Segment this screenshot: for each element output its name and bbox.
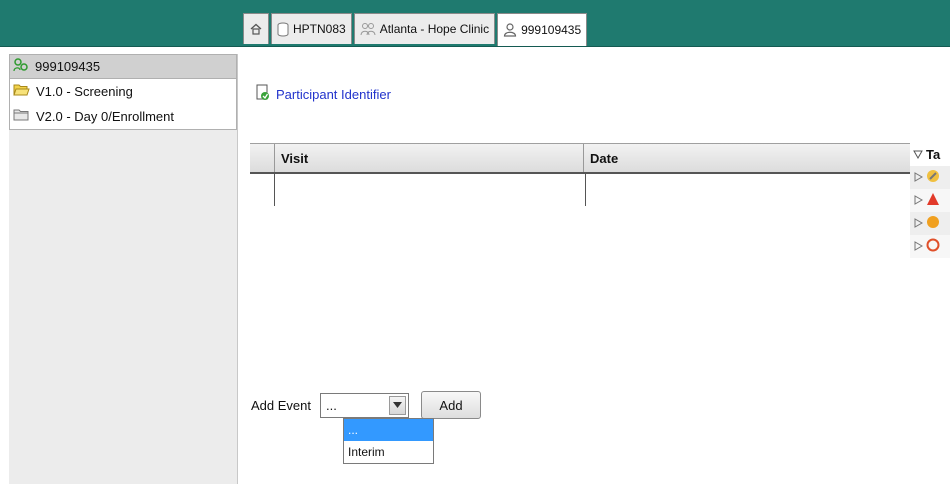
tab-site[interactable]: Atlanta - Hope Clinic: [353, 13, 496, 44]
tree-item-label: 999109435: [35, 59, 101, 74]
tasks-panel-row[interactable]: [910, 189, 950, 212]
tree-children: V1.0 - Screening V2.0 - Day 0/Enrollment: [9, 79, 237, 130]
column-header-date[interactable]: Date: [586, 144, 906, 172]
triangle-down-icon: [913, 147, 923, 162]
add-event-button[interactable]: Add: [421, 391, 481, 419]
add-event-label: Add Event: [251, 397, 311, 413]
breadcrumb-tabs: HPTN083 Atlanta - Hope Clinic 999109435: [243, 13, 589, 46]
tab-site-label: Atlanta - Hope Clinic: [379, 22, 490, 36]
clock-icon: [926, 238, 940, 255]
person-icon: [503, 23, 517, 37]
warning-icon: [926, 192, 940, 209]
tasks-panel: Ta: [910, 143, 950, 283]
visit-tree: 999109435 V1.0 - Screening V2.0 - Day 0/…: [9, 54, 237, 130]
triangle-right-icon: [913, 170, 924, 185]
tree-item-enrollment[interactable]: V2.0 - Day 0/Enrollment: [10, 104, 236, 129]
column-header-label: Date: [590, 151, 619, 166]
tasks-panel-row[interactable]: [910, 235, 950, 258]
tab-study-label: HPTN083: [293, 22, 346, 36]
column-header-visit[interactable]: Visit: [277, 144, 584, 172]
tree-item-participant[interactable]: 999109435: [9, 54, 237, 79]
tasks-panel-row[interactable]: [910, 212, 950, 235]
chevron-down-icon[interactable]: [389, 395, 406, 415]
tasks-panel-header[interactable]: Ta: [910, 143, 950, 166]
event-type-dropdown: ... Interim: [343, 418, 434, 464]
participant-identifier: Participant Identifier: [255, 84, 391, 104]
wrench-icon: [926, 169, 940, 186]
tasks-panel-row[interactable]: [910, 166, 950, 189]
top-bar: HPTN083 Atlanta - Hope Clinic 999109435: [0, 0, 950, 47]
event-type-select[interactable]: ...: [320, 392, 409, 418]
participant-identifier-link[interactable]: Participant Identifier: [276, 87, 391, 102]
tab-home[interactable]: [243, 13, 269, 44]
edit-document-icon: [255, 84, 271, 104]
tasks-panel-title: Ta: [926, 147, 941, 162]
triangle-right-icon: [913, 193, 924, 208]
home-icon: [249, 22, 263, 36]
triangle-right-icon: [913, 216, 924, 231]
visit-table: Visit Date: [250, 143, 910, 207]
dropdown-option[interactable]: ...: [344, 419, 433, 441]
folder-icon: [13, 108, 30, 125]
tree-item-label: V1.0 - Screening: [36, 84, 133, 99]
tab-study[interactable]: HPTN083: [271, 13, 352, 44]
column-header-label: Visit: [281, 151, 309, 166]
add-event-bar: Add Event ... Add: [251, 391, 481, 419]
help-icon: [926, 215, 940, 232]
column-divider: [274, 174, 275, 206]
triangle-right-icon: [913, 239, 924, 254]
sidebar: 999109435 V1.0 - Screening V2.0 - Day 0/…: [9, 54, 238, 484]
tree-item-label: V2.0 - Day 0/Enrollment: [36, 109, 175, 124]
column-divider: [585, 174, 586, 206]
folder-open-icon: [13, 83, 30, 100]
tree-item-screening[interactable]: V1.0 - Screening: [10, 79, 236, 104]
tab-participant[interactable]: 999109435: [497, 13, 588, 46]
table-header: Visit Date: [250, 143, 910, 174]
row-selector-header: [250, 144, 275, 172]
tab-participant-label: 999109435: [521, 23, 582, 37]
dropdown-option[interactable]: Interim: [344, 441, 433, 463]
database-icon: [277, 22, 289, 37]
group-icon: [360, 22, 376, 36]
participant-icon: [13, 57, 29, 76]
event-type-selected-value: ...: [326, 397, 337, 413]
